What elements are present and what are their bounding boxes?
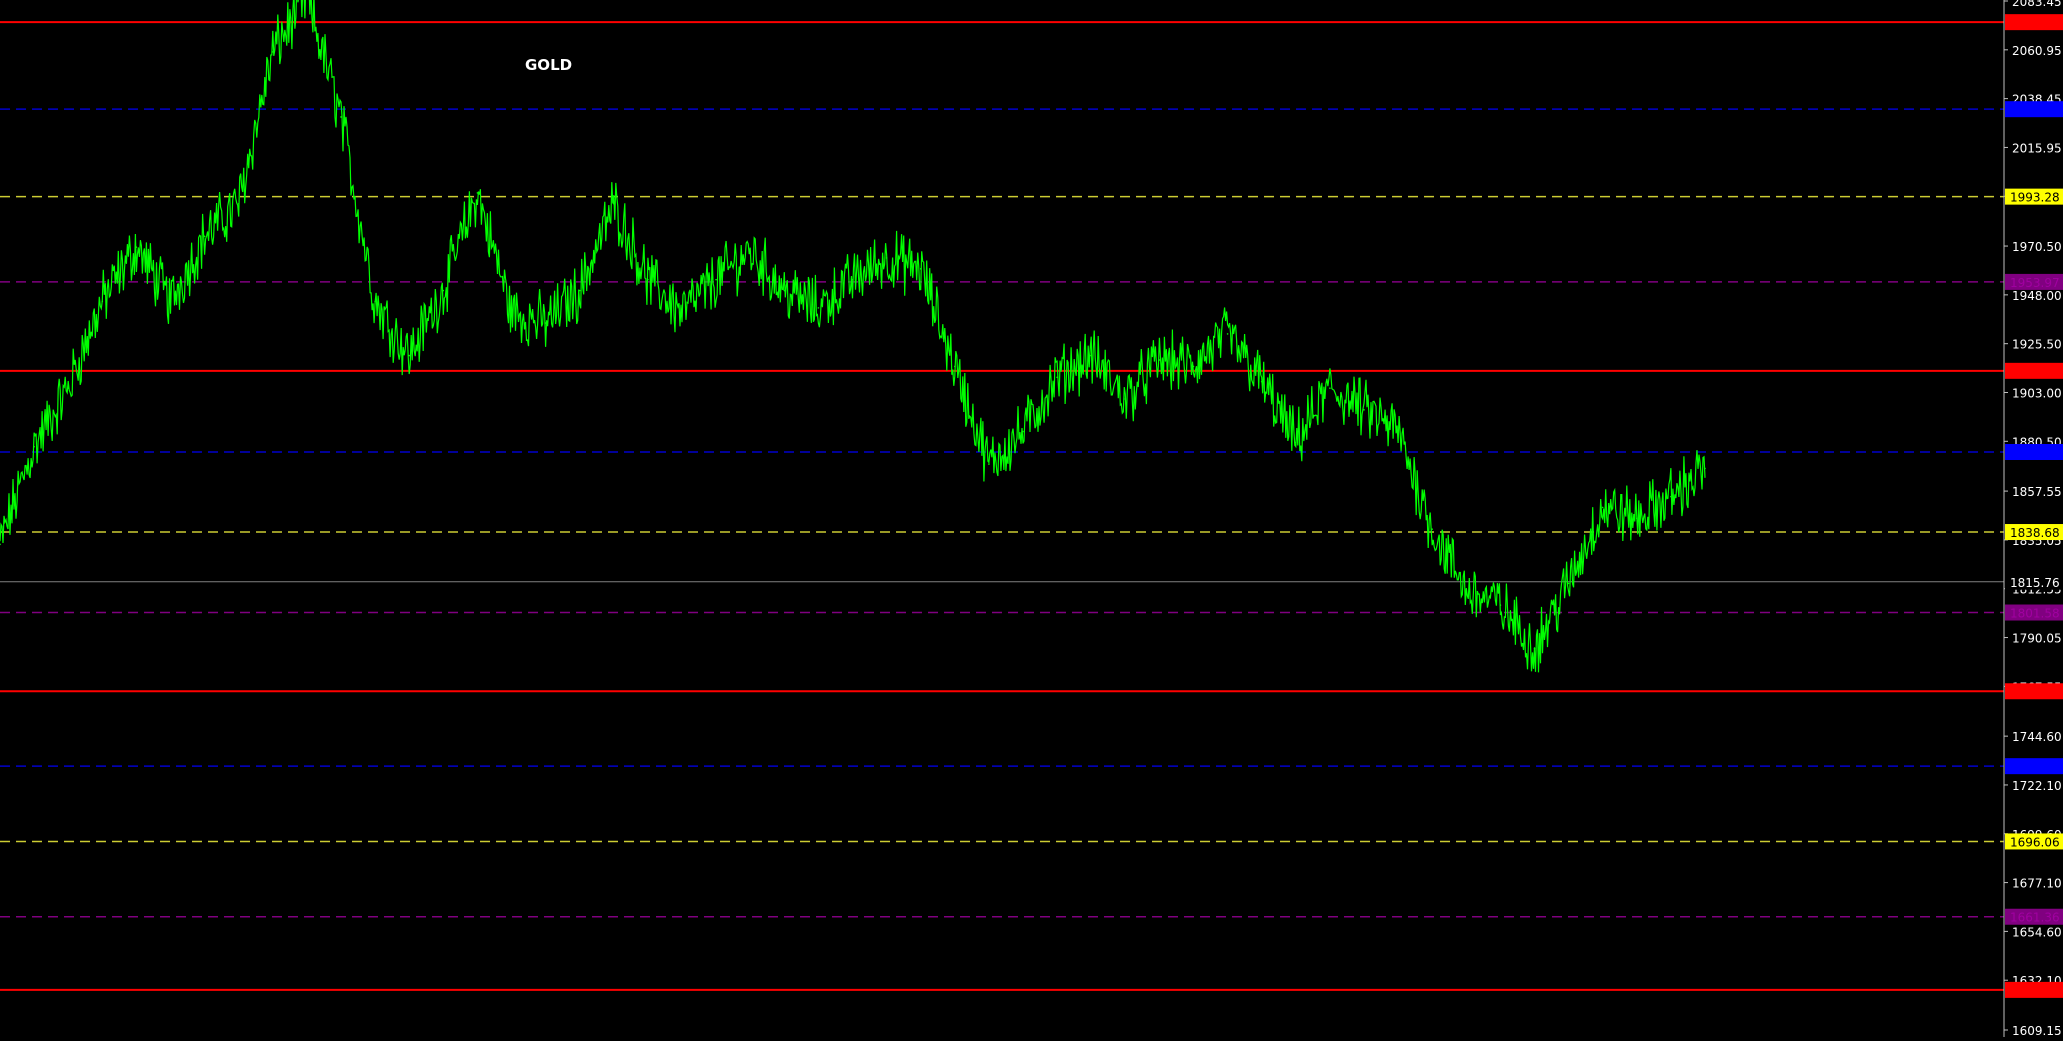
y-tick-label: 1925.50 bbox=[2012, 338, 2062, 352]
price-point bbox=[613, 202, 615, 205]
price-point bbox=[1567, 582, 1570, 585]
chart-background bbox=[0, 0, 2063, 1037]
y-tick-label: 2060.95 bbox=[2012, 44, 2062, 58]
price-point bbox=[1329, 387, 1331, 389]
price-point bbox=[67, 387, 69, 389]
price-point bbox=[1397, 430, 1399, 433]
y-tick-label: 1857.55 bbox=[2012, 485, 2062, 499]
level-tag-label: 1696.06 bbox=[2010, 835, 2060, 849]
price-point bbox=[340, 116, 342, 118]
level-tag-label: 1953.97 bbox=[2010, 276, 2060, 290]
price-point bbox=[1431, 528, 1433, 530]
y-tick-label: 1903.00 bbox=[2012, 386, 2062, 400]
price-point bbox=[544, 322, 547, 324]
price-point bbox=[988, 463, 990, 465]
y-tick-label: 1744.60 bbox=[2012, 730, 2062, 744]
price-point bbox=[851, 278, 854, 281]
price-point bbox=[1056, 376, 1058, 379]
y-tick-label: 1609.15 bbox=[2012, 1024, 2062, 1037]
price-point bbox=[1533, 647, 1536, 650]
price-point bbox=[1090, 354, 1092, 357]
y-tick-label: 1970.50 bbox=[2012, 240, 2062, 254]
price-point bbox=[1260, 380, 1263, 383]
price-point bbox=[954, 365, 956, 368]
price-point bbox=[885, 257, 888, 259]
level-tag-label: 2073.70 bbox=[2010, 16, 2060, 30]
price-point bbox=[681, 311, 683, 314]
price-point bbox=[749, 250, 751, 253]
level-tag-label: 1875.57 bbox=[2010, 446, 2060, 460]
price-point bbox=[101, 300, 104, 303]
price-point bbox=[203, 235, 206, 238]
price-point bbox=[1226, 333, 1229, 335]
y-tick-label: 1722.10 bbox=[2012, 779, 2062, 793]
y-tick-label: 2083.45 bbox=[2012, 0, 2062, 9]
level-tag-label: 1627.64 bbox=[2010, 984, 2060, 998]
price-point bbox=[1124, 398, 1127, 400]
price-point bbox=[169, 300, 172, 303]
price-point bbox=[1158, 359, 1161, 361]
level-tag-label: 1730.76 bbox=[2010, 760, 2060, 774]
level-tag-label: 1993.28 bbox=[2010, 191, 2060, 205]
price-point bbox=[135, 246, 138, 248]
price-point bbox=[1022, 430, 1024, 433]
price-point bbox=[919, 268, 922, 270]
price-point bbox=[1601, 506, 1604, 509]
chart-svg[interactable]: 2083.452060.952038.452015.951993.451970.… bbox=[0, 0, 2063, 1038]
price-point bbox=[1636, 517, 1638, 520]
price-point bbox=[1499, 604, 1502, 606]
price-point bbox=[1704, 467, 1706, 470]
y-tick-label: 1677.10 bbox=[2012, 877, 2062, 891]
price-point bbox=[237, 202, 240, 205]
y-tick-label: 1948.00 bbox=[2012, 289, 2062, 303]
price-point bbox=[817, 307, 820, 309]
level-tag-label: 2033.59 bbox=[2010, 103, 2060, 117]
level-tag-label: 1838.68 bbox=[2010, 526, 2060, 540]
current-price-tag-label: 1815.76 bbox=[2010, 576, 2060, 590]
price-chart[interactable]: 2083.452060.952038.452015.951993.451970.… bbox=[0, 0, 2063, 1038]
level-tag-label: 1801.58 bbox=[2010, 607, 2060, 621]
chart-title: GOLD bbox=[525, 56, 572, 74]
price-point bbox=[510, 311, 513, 314]
y-tick-label: 2015.95 bbox=[2012, 141, 2062, 155]
price-point bbox=[476, 192, 479, 194]
price-point bbox=[1670, 495, 1672, 498]
price-point bbox=[1192, 365, 1195, 368]
price-point bbox=[442, 289, 445, 292]
price-point bbox=[33, 445, 35, 448]
price-point bbox=[1465, 589, 1468, 591]
price-point bbox=[1295, 441, 1297, 444]
price-point bbox=[374, 300, 376, 303]
y-tick-label: 1790.05 bbox=[2012, 632, 2062, 646]
price-point bbox=[272, 51, 274, 53]
price-point bbox=[647, 278, 649, 281]
level-tag-label: 1661.36 bbox=[2010, 911, 2060, 925]
price-point bbox=[408, 354, 411, 357]
price-point bbox=[1363, 409, 1365, 411]
price-point bbox=[783, 289, 786, 292]
level-tag-label: 1765.29 bbox=[2010, 685, 2060, 699]
y-tick-label: 1654.60 bbox=[2012, 925, 2062, 939]
level-tag-label: 1912.98 bbox=[2010, 365, 2060, 379]
price-point bbox=[715, 278, 717, 281]
price-point bbox=[578, 289, 581, 292]
